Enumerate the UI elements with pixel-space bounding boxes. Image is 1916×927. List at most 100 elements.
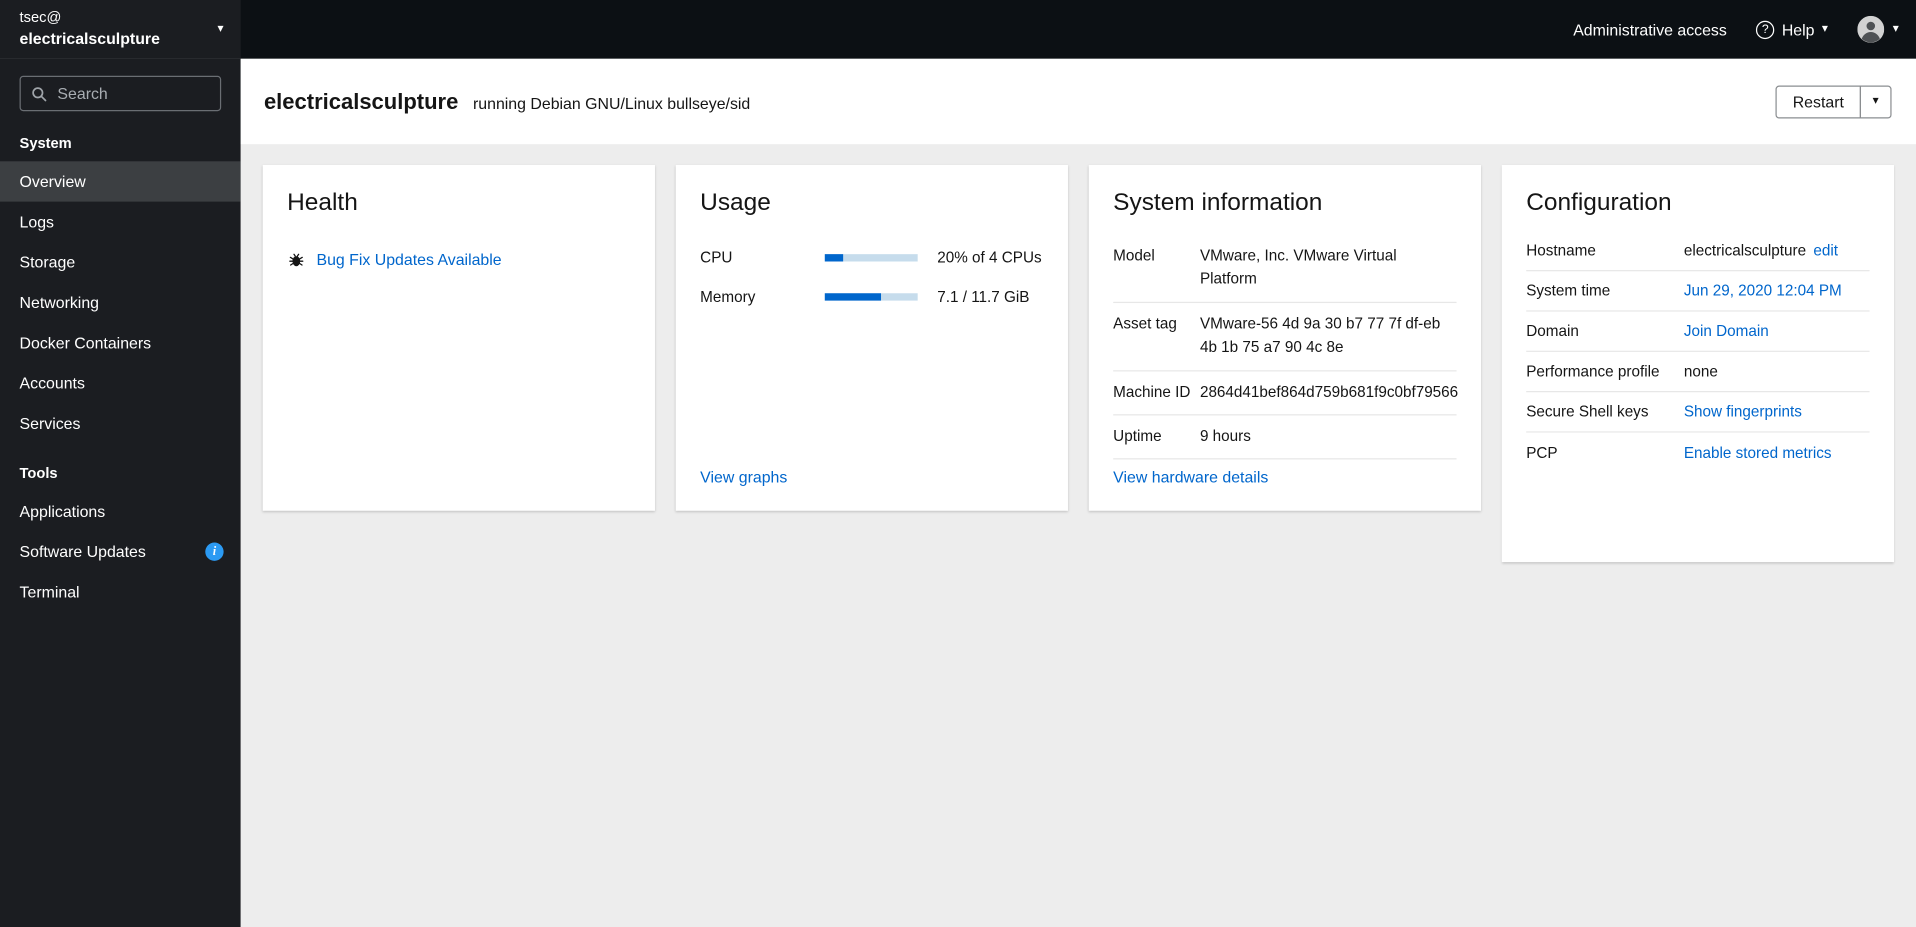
chevron-down-icon: ▾: [1892, 21, 1899, 36]
config-label: Domain: [1526, 322, 1579, 340]
config-link-enable-stored-metrics[interactable]: Enable stored metrics: [1684, 444, 1832, 461]
page-title: electricalsculpture: [263, 88, 459, 114]
config-value: Jun 29, 2020 12:04 PM: [1684, 282, 1842, 299]
config-rows: Hostname electricalsculpture edit System ti…: [1526, 231, 1870, 473]
sidebar-item-terminal[interactable]: Terminal: [0, 572, 241, 612]
config-link-jun-29-2020-12-04-pm[interactable]: Jun 29, 2020 12:04 PM: [1684, 282, 1842, 299]
sysinfo-label: Machine ID: [1113, 383, 1191, 401]
nav-item-label: Accounts: [19, 373, 85, 393]
health-updates-row: Bug Fix Updates Available: [287, 250, 630, 269]
chevron-down-icon: ▾: [1872, 94, 1879, 108]
restart-dropdown-toggle[interactable]: ▾: [1859, 84, 1892, 118]
main: electricalsculpture running Debian GNU/L…: [240, 58, 1916, 927]
chevron-down-icon: ▾: [217, 21, 224, 36]
config-value: Enable stored metrics: [1684, 444, 1832, 461]
bug-icon: [287, 250, 305, 268]
nav-item-label: Overview: [19, 172, 86, 191]
host-name: electricalsculpture: [19, 29, 160, 48]
usage-rows: CPU 20% of 4 CPUs Memory 7.1 / 11.7 GiB: [700, 238, 1043, 316]
updates-link[interactable]: Bug Fix Updates Available: [316, 250, 501, 268]
masthead: tsec@ electricalsculpture ▾ Administrati…: [0, 0, 1916, 59]
content-grid: Health Bug Fix Updates Available Usage C…: [241, 144, 1916, 583]
config-value: electricalsculpture edit: [1684, 242, 1838, 259]
chevron-down-icon: ▾: [1821, 21, 1828, 36]
user-name: tsec@: [19, 8, 62, 26]
config-value: Show fingerprints: [1684, 403, 1802, 420]
config-value: none: [1684, 363, 1718, 380]
config-value-text: none: [1683, 362, 1718, 381]
config-link-edit[interactable]: edit: [1813, 242, 1838, 259]
config-row-system-time: System time Jun 29, 2020 12:04 PM: [1526, 271, 1870, 312]
sysinfo-value: 2864d41bef864d759b681f9c0bf79566: [1199, 383, 1459, 401]
configuration-card: Configuration Hostname electricalsculptur…: [1501, 164, 1895, 563]
sysinfo-value: VMware-56 4d 9a 30 b7 77 7f df-eb 4b 1b …: [1199, 314, 1441, 356]
sidebar-item-accounts[interactable]: Accounts: [0, 363, 241, 403]
page-header: electricalsculpture running Debian GNU/L…: [240, 58, 1916, 145]
view-hardware-details-link[interactable]: View hardware details: [1113, 468, 1456, 486]
sysinfo-label: Uptime: [1113, 427, 1162, 445]
session-menu-button[interactable]: ▾: [1857, 15, 1899, 43]
nav-item-label: Terminal: [19, 582, 80, 602]
sidebar-item-logs[interactable]: Logs: [0, 202, 241, 242]
progress-fill: [824, 254, 844, 262]
view-graphs-link[interactable]: View graphs: [700, 468, 1043, 486]
sidebar-item-docker-containers[interactable]: Docker Containers: [0, 323, 241, 363]
sysinfo-row-model: Model VMware, Inc. VMware Virtual Platfor…: [1113, 235, 1457, 303]
masthead-actions: Administrative access ? Help ▾ ▾: [1573, 0, 1916, 59]
search-box: [19, 75, 222, 112]
sysinfo-row-asset-tag: Asset tag VMware-56 4d 9a 30 b7 77 7f df-…: [1113, 303, 1457, 371]
config-label: Secure Shell keys: [1526, 403, 1649, 421]
nav-item-label: Logs: [19, 212, 55, 231]
sidebar: System Overview Logs Storage Networking Docke…: [0, 58, 241, 927]
help-menu-button[interactable]: ? Help ▾: [1756, 20, 1828, 39]
card-title: System information: [1113, 189, 1323, 217]
host-switcher-label: tsec@ electricalsculpture: [20, 7, 160, 51]
host-switcher[interactable]: tsec@ electricalsculpture ▾: [0, 0, 241, 59]
usage-value: 20% of 4 CPUs: [937, 249, 1042, 267]
card-title: Usage: [700, 189, 771, 217]
help-label: Help: [1781, 20, 1815, 39]
sidebar-item-software-updates[interactable]: Software Updates i: [0, 532, 241, 572]
card-title: Configuration: [1526, 189, 1672, 217]
search-input[interactable]: [19, 75, 222, 112]
nav-section-title: Tools: [19, 464, 58, 482]
sidebar-item-storage[interactable]: Storage: [0, 242, 241, 282]
sysinfo-label: Model: [1113, 246, 1155, 264]
config-link-join-domain[interactable]: Join Domain: [1684, 323, 1769, 340]
sidebar-item-applications[interactable]: Applications: [0, 491, 241, 531]
sidebar-item-networking[interactable]: Networking: [0, 282, 241, 322]
sysinfo-value: 9 hours: [1199, 427, 1251, 445]
search-icon: [32, 87, 47, 102]
info-badge-icon: i: [205, 542, 224, 561]
usage-row-memory: Memory 7.1 / 11.7 GiB: [700, 277, 1043, 316]
sysinfo-row-machine-id: Machine ID 2864d41bef864d759b681f9c0bf795…: [1113, 371, 1459, 416]
administrative-access-button[interactable]: Administrative access: [1573, 20, 1727, 38]
system-information-card: System information Model VMware, Inc. VMw…: [1088, 164, 1481, 511]
usage-label: CPU: [700, 249, 733, 267]
nav-section-title: System: [19, 134, 72, 152]
sysinfo-rows: Model VMware, Inc. VMware Virtual Platfor…: [1113, 235, 1459, 460]
sidebar-nav: System Overview Logs Storage Networking Docke…: [0, 114, 241, 613]
config-label: PCP: [1526, 444, 1558, 462]
config-link-show-fingerprints[interactable]: Show fingerprints: [1684, 403, 1802, 420]
nav-item-label: Applications: [19, 502, 106, 521]
config-row-pcp: PCP Enable stored metrics: [1526, 433, 1869, 473]
progress-fill: [824, 293, 882, 301]
sidebar-item-services[interactable]: Services: [0, 403, 241, 443]
restart-button[interactable]: Restart: [1775, 84, 1862, 118]
config-label: Performance profile: [1526, 362, 1660, 381]
os-release-text: running Debian GNU/Linux bullseye/sid: [472, 94, 751, 113]
usage-card: Usage CPU 20% of 4 CPUs Memory 7.1 / 11.7 G…: [675, 164, 1068, 511]
avatar: [1857, 15, 1885, 43]
config-value: Join Domain: [1684, 323, 1769, 340]
sidebar-item-overview[interactable]: Overview: [0, 161, 241, 202]
config-label: Hostname: [1526, 241, 1596, 260]
question-circle-icon: ?: [1756, 20, 1775, 39]
config-row-secure-shell-keys: Secure Shell keys Show fingerprints: [1526, 392, 1870, 433]
sysinfo-label: Asset tag: [1113, 314, 1177, 333]
config-label: System time: [1526, 282, 1611, 300]
nav-item-label: Storage: [19, 252, 76, 272]
card-title: Health: [287, 189, 358, 217]
config-row-domain: Domain Join Domain: [1526, 312, 1870, 352]
restart-split-button: Restart ▾: [1775, 84, 1892, 118]
